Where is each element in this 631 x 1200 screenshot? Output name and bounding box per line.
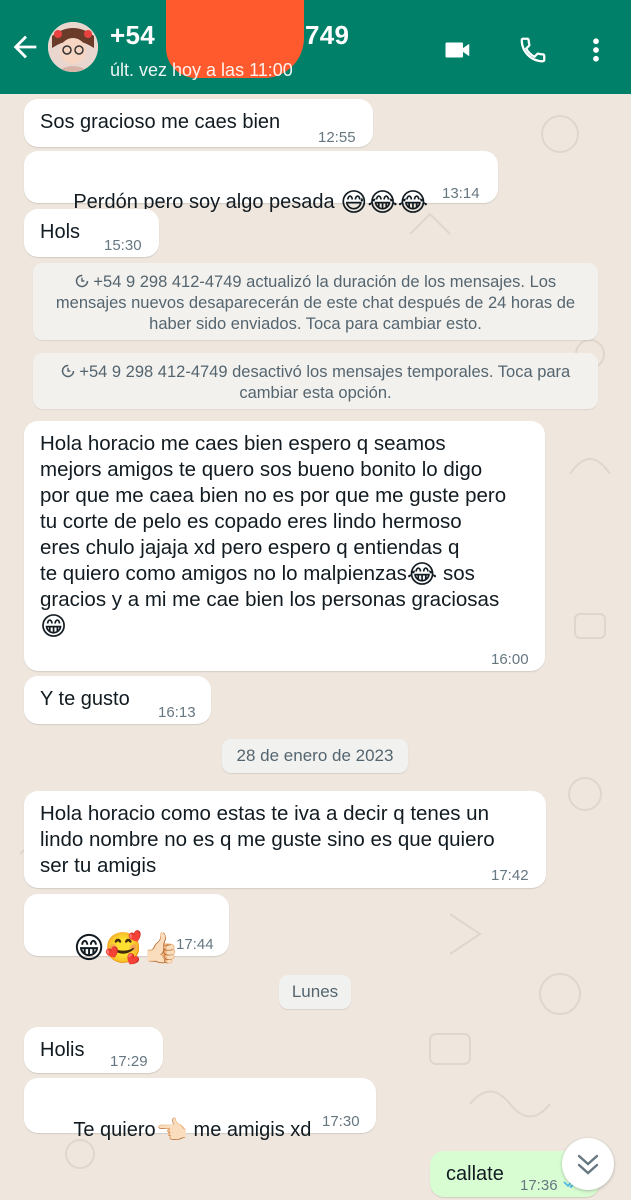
pointing-hand-emoji: 👈🏻 — [155, 1115, 188, 1145]
message-bubble[interactable]: Te quiero👈🏻 me amigis xd 17:30 — [24, 1078, 376, 1143]
emoji-sequence: 😁🥰👍🏻 — [73, 932, 180, 965]
message-text: Te quiero👈🏻 me amigis xd — [73, 1115, 312, 1145]
system-notice-disappearing-duration[interactable]: +54 9 298 412-4749 actualizó la duración… — [33, 263, 598, 340]
message-text: callate — [446, 1163, 504, 1185]
message-bubble[interactable]: Holis 17:29 — [24, 1027, 163, 1073]
contact-avatar[interactable] — [48, 22, 98, 72]
timer-icon — [75, 274, 89, 288]
message-text: Holis — [40, 1039, 85, 1061]
message-text: Hola horacio como estas te iva a decir q… — [40, 802, 495, 877]
message-bubble[interactable]: Hola horacio como estas te iva a decir q… — [24, 791, 546, 888]
message-time: 16:13 — [158, 704, 196, 721]
message-bubble[interactable]: Hols 15:30 — [24, 209, 159, 257]
message-time: 17:36 — [520, 1177, 558, 1194]
message-bubble[interactable]: Sos gracioso me caes bien 12:55 — [24, 99, 373, 147]
message-time: 17:30 — [322, 1113, 360, 1130]
laughing-emoji: 😅😂😂 — [340, 187, 429, 217]
message-bubble[interactable]: Y te gusto 16:13 — [24, 676, 211, 724]
date-separator: Lunes — [279, 975, 351, 1009]
message-time: 17:42 — [491, 867, 529, 884]
system-notice-text: +54 9 298 412-4749 desactivó los mensaje… — [79, 363, 571, 402]
message-text: Hols — [40, 221, 81, 243]
phone-call-icon[interactable] — [516, 35, 550, 65]
last-seen-status: últ. vez hoy a las 11:00 — [110, 60, 293, 80]
message-bubble[interactable]: Hola horacio me caes bien espero q seamo… — [24, 421, 545, 671]
chat-area[interactable]: Sos gracioso me caes bien 12:55 Perdón p… — [0, 94, 631, 1200]
system-notice-disappearing-off[interactable]: +54 9 298 412-4749 desactivó los mensaje… — [33, 353, 598, 409]
tears-of-joy-emoji: 😂 — [406, 559, 438, 589]
system-notice-text: +54 9 298 412-4749 actualizó la duración… — [55, 273, 576, 333]
message-text: Hola horacio me caes bien espero q seamo… — [40, 432, 507, 641]
message-bubble[interactable]: 😁🥰👍🏻 17:44 — [24, 894, 229, 965]
message-bubble[interactable]: Perdón pero soy algo pesada 😅😂😂 13:14 — [24, 151, 498, 215]
message-text: Sos gracioso me caes bien — [40, 111, 281, 133]
message-time: 13:14 — [442, 185, 480, 202]
message-text: Y te gusto — [40, 688, 130, 710]
grinning-emoji: 😁 — [40, 611, 68, 641]
message-time: 16:00 — [491, 651, 529, 668]
double-chevron-down-icon — [577, 1154, 599, 1175]
message-time: 17:44 — [176, 936, 214, 953]
date-separator: 28 de enero de 2023 — [222, 739, 408, 773]
message-time: 15:30 — [104, 237, 142, 254]
message-time: 12:55 — [318, 129, 356, 146]
timer-icon — [61, 364, 74, 378]
message-text: 😁🥰👍🏻 — [40, 906, 179, 992]
back-arrow-icon[interactable] — [8, 30, 42, 64]
chat-header: +54 749 últ. vez hoy a las 11:00 — [0, 0, 631, 94]
video-call-icon[interactable] — [441, 35, 475, 65]
message-time: 17:29 — [110, 1053, 148, 1070]
more-options-icon[interactable] — [586, 35, 606, 65]
scroll-to-bottom-button[interactable] — [562, 1138, 614, 1190]
